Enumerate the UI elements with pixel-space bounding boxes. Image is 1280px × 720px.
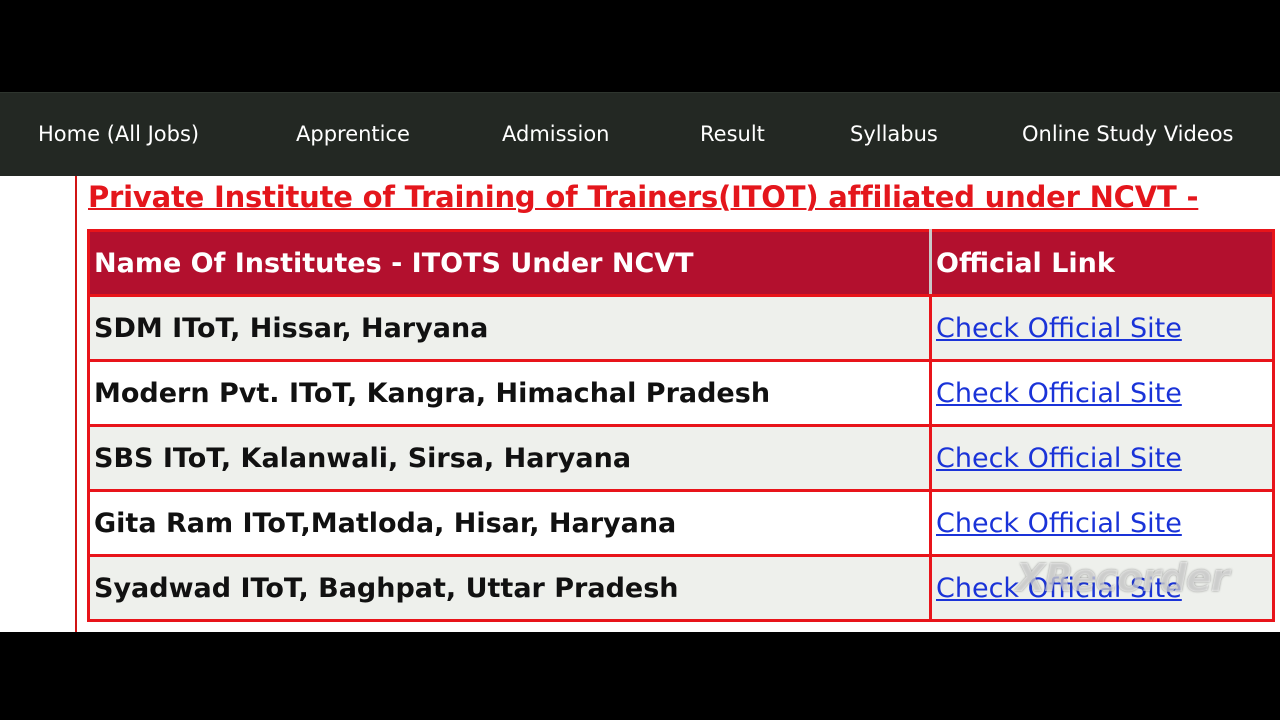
institute-name-cell: Gita Ram IToT,Matloda, Hisar, Haryana [87, 489, 932, 557]
top-letterbox [0, 0, 1280, 92]
bottom-letterbox [0, 632, 1280, 720]
official-link-cell: Check Official Site [929, 294, 1275, 362]
institute-name-cell: SBS IToT, Kalanwali, Sirsa, Haryana [87, 424, 932, 492]
nav-home-all-jobs[interactable]: Home (All Jobs) [38, 93, 199, 177]
header-official-link: Official Link [929, 229, 1275, 297]
check-official-site-link[interactable]: Check Official Site [936, 443, 1182, 474]
main-nav: Home (All Jobs) Apprentice Admission Res… [0, 92, 1280, 176]
nav-admission[interactable]: Admission [502, 93, 610, 177]
institute-name-cell: Syadwad IToT, Baghpat, Uttar Pradesh [87, 554, 932, 622]
table-row: Gita Ram IToT,Matloda, Hisar, Haryana Ch… [87, 489, 1275, 557]
nav-apprentice[interactable]: Apprentice [296, 93, 410, 177]
check-official-site-link[interactable]: Check Official Site [936, 378, 1182, 409]
check-official-site-link[interactable]: Check Official Site [936, 508, 1182, 539]
official-link-cell: Check Official Site [929, 489, 1275, 557]
content-left-border [75, 176, 77, 632]
table-header-row: Name Of Institutes - ITOTS Under NCVT Of… [87, 229, 1275, 297]
institute-name-cell: Modern Pvt. IToT, Kangra, Himachal Prade… [87, 359, 932, 427]
nav-result[interactable]: Result [700, 93, 765, 177]
nav-syllabus[interactable]: Syllabus [850, 93, 938, 177]
recorder-watermark: XRecorder [1016, 556, 1230, 600]
table-row: SDM IToT, Hissar, Haryana Check Official… [87, 294, 1275, 362]
nav-online-study-videos[interactable]: Online Study Videos [1022, 93, 1234, 177]
page-heading[interactable]: Private Institute of Training of Trainer… [88, 180, 1278, 214]
official-link-cell: Check Official Site [929, 424, 1275, 492]
table-row: SBS IToT, Kalanwali, Sirsa, Haryana Chec… [87, 424, 1275, 492]
header-institute-name: Name Of Institutes - ITOTS Under NCVT [87, 229, 932, 297]
check-official-site-link[interactable]: Check Official Site [936, 313, 1182, 344]
table-row: Modern Pvt. IToT, Kangra, Himachal Prade… [87, 359, 1275, 427]
official-link-cell: Check Official Site [929, 359, 1275, 427]
institute-name-cell: SDM IToT, Hissar, Haryana [87, 294, 932, 362]
